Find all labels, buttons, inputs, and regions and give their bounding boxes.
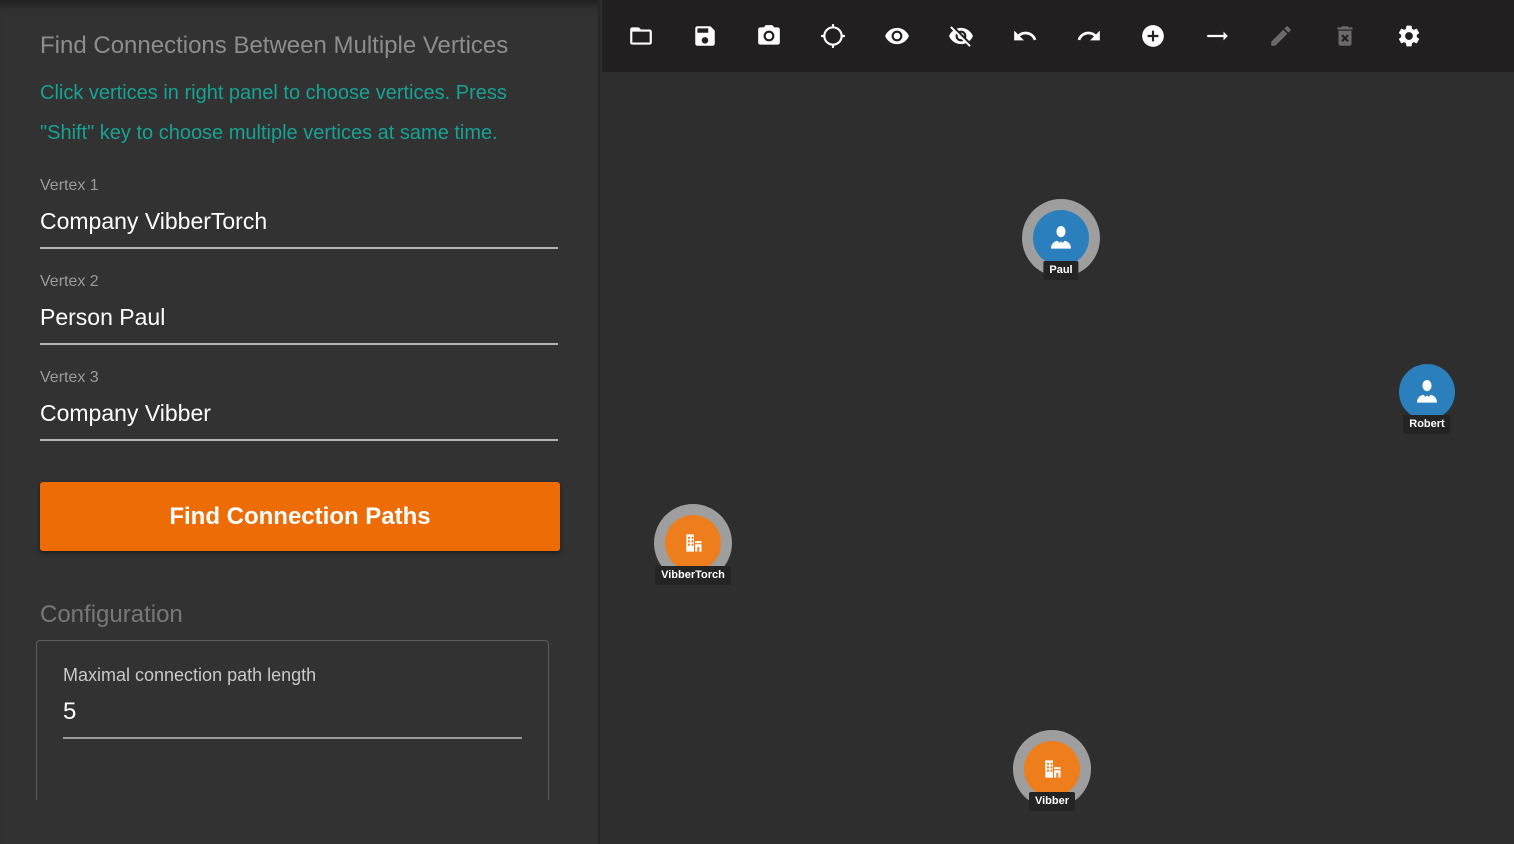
vertex-node-robert[interactable]: Robert bbox=[1388, 353, 1466, 431]
edit-pencil-icon[interactable] bbox=[1268, 23, 1294, 49]
vertex-node-vibber[interactable]: Vibber bbox=[1013, 730, 1091, 808]
max-path-length-underline bbox=[63, 737, 522, 739]
vertex-label: Vibber bbox=[1029, 792, 1075, 811]
save-icon[interactable] bbox=[692, 23, 718, 49]
undo-icon[interactable] bbox=[1012, 23, 1038, 49]
screenshot-camera-icon[interactable] bbox=[756, 23, 782, 49]
vertex-2-field: Vertex 2 bbox=[40, 273, 558, 345]
vertex-node-vibbertorch[interactable]: VibberTorch bbox=[654, 504, 732, 582]
panel-instructions: Click vertices in right panel to choose … bbox=[40, 73, 558, 153]
hide-visibility-off-icon[interactable] bbox=[948, 23, 974, 49]
company-building-icon bbox=[665, 515, 721, 571]
vertex-2-underline bbox=[40, 343, 558, 345]
delete-trash-icon[interactable] bbox=[1332, 23, 1358, 49]
redo-icon[interactable] bbox=[1076, 23, 1102, 49]
company-building-icon bbox=[1024, 741, 1080, 797]
person-icon bbox=[1033, 210, 1089, 266]
vertex-3-underline bbox=[40, 439, 558, 441]
add-vertex-icon[interactable] bbox=[1140, 23, 1166, 49]
configuration-heading: Configuration bbox=[40, 601, 558, 629]
graph-canvas[interactable]: Paul Robert VibberTorch bbox=[602, 72, 1514, 844]
vertex-3-field: Vertex 3 bbox=[40, 369, 558, 441]
app-window: Find Connections Between Multiple Vertic… bbox=[0, 0, 1514, 844]
locate-center-icon[interactable] bbox=[820, 23, 846, 49]
find-connection-paths-button[interactable]: Find Connection Paths bbox=[40, 482, 560, 551]
graph-area: Paul Robert VibberTorch bbox=[602, 0, 1514, 844]
vertex-node-paul[interactable]: Paul bbox=[1022, 199, 1100, 277]
show-visibility-icon[interactable] bbox=[884, 23, 910, 49]
configuration-box: Maximal connection path length bbox=[36, 640, 549, 800]
vertex-label: Paul bbox=[1043, 261, 1078, 280]
add-edge-arrow-icon[interactable] bbox=[1204, 23, 1230, 49]
find-connections-panel: Find Connections Between Multiple Vertic… bbox=[0, 0, 600, 844]
vertex-1-underline bbox=[40, 247, 558, 249]
vertex-label: Robert bbox=[1403, 415, 1450, 434]
vertex-1-input[interactable] bbox=[40, 208, 558, 235]
graph-toolbar bbox=[602, 0, 1514, 72]
panel-title: Find Connections Between Multiple Vertic… bbox=[40, 26, 558, 66]
max-path-length-input[interactable] bbox=[63, 698, 522, 726]
vertex-3-label: Vertex 3 bbox=[40, 369, 558, 387]
open-folder-icon[interactable] bbox=[628, 23, 654, 49]
vertex-1-field: Vertex 1 bbox=[40, 177, 558, 249]
settings-gear-icon[interactable] bbox=[1396, 23, 1422, 49]
max-path-length-label: Maximal connection path length bbox=[63, 665, 522, 686]
vertex-1-label: Vertex 1 bbox=[40, 177, 558, 195]
vertex-3-input[interactable] bbox=[40, 400, 558, 427]
vertex-2-label: Vertex 2 bbox=[40, 273, 558, 291]
vertex-label: VibberTorch bbox=[655, 566, 731, 585]
person-icon bbox=[1399, 364, 1455, 420]
vertex-2-input[interactable] bbox=[40, 304, 558, 331]
